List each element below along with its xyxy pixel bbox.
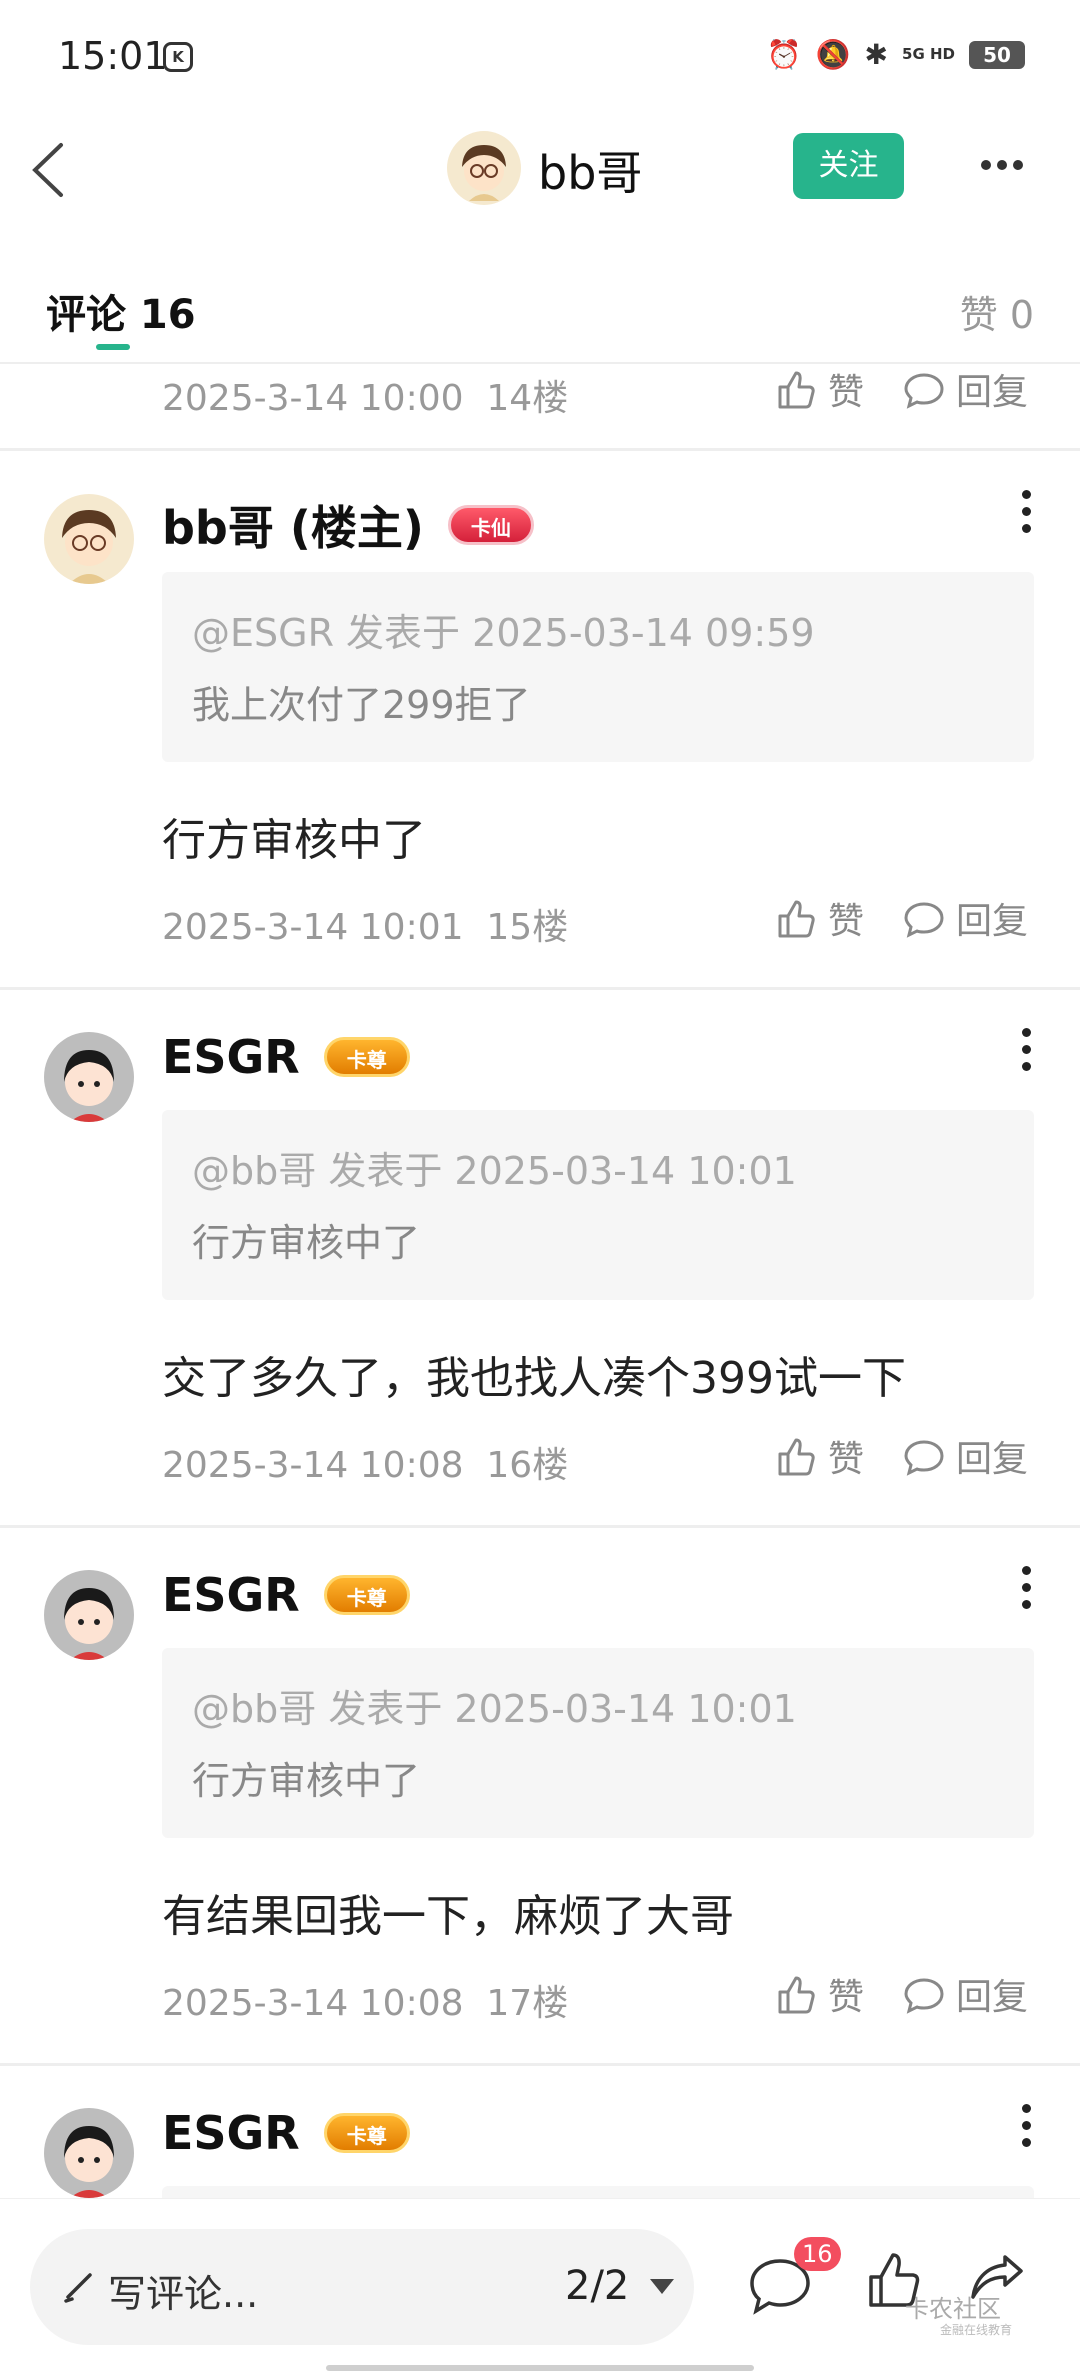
chat-bubble-icon (904, 902, 944, 938)
comment-author-row: ESGR 卡尊 (162, 2106, 410, 2160)
reply-button[interactable]: 回复 (902, 1968, 1028, 2020)
comment-author-row: bb哥 (楼主) 卡仙 (162, 492, 534, 558)
chat-bubble-icon (904, 1978, 944, 2014)
bluetooth-icon: ✱ (864, 38, 889, 71)
page-indicator[interactable]: 2/2 (565, 2263, 629, 2309)
chat-bubble-icon (904, 373, 944, 409)
comment-time-floor: 2025-3-14 10:00 14楼 (162, 378, 569, 419)
comment-count-badge: 16 (794, 2237, 841, 2271)
chat-bubble-icon (904, 1440, 944, 1476)
back-arrow-icon (32, 143, 63, 197)
watermark: 卡农社区 (905, 2295, 1001, 2323)
avatar[interactable] (44, 1032, 134, 1122)
comment-author-row: ESGR 卡尊 (162, 1568, 410, 1622)
alarm-icon: ⏰ (766, 38, 802, 71)
girl-avatar-icon (64, 1588, 114, 1660)
home-indicator[interactable] (326, 2365, 754, 2371)
level-badge: 卡仙 (447, 505, 534, 545)
comment-author-row: ESGR 卡尊 (162, 1030, 410, 1084)
thumbs-up-icon (778, 1438, 815, 1476)
chevron-down-icon[interactable] (650, 2279, 674, 2294)
battery-icon: 50 (969, 40, 1025, 69)
comment-footer: 2025-3-14 10:00 14楼 赞 回复 (0, 363, 1080, 419)
bottom-action-bar: 写评论... 2/2 16 卡农社区 金融在线教育 (0, 2198, 1080, 2376)
top-nav: bb哥 关注 (0, 115, 1080, 225)
quote-meta: @bb哥 发表于 2025-03-14 10:01 (192, 1687, 797, 1731)
tab-comments[interactable]: 评论 16 (46, 282, 196, 340)
level-badge: 卡尊 (323, 1037, 410, 1077)
comment-item: ESGR 卡尊 (0, 2066, 1080, 2198)
tab-bar: 评论 16 赞 0 (0, 270, 1080, 365)
comment-item: ESGR 卡尊 @bb哥 发表于 2025-03-14 10:01 行方审核中了… (0, 1528, 1080, 2063)
quote-text: 行方审核中了 (192, 1221, 421, 1265)
level-badge: 卡尊 (323, 2113, 410, 2153)
comment-body: 有结果回我一下，麻烦了大哥 (162, 1891, 734, 1942)
quote-meta: @bb哥 发表于 2025-03-14 10:01 (192, 1149, 797, 1193)
boy-avatar-icon (462, 145, 506, 201)
boy-avatar-icon (62, 510, 116, 584)
comment-body: 交了多久了，我也找人凑个399试一下 (162, 1353, 906, 1404)
quote-meta: @ESGR 发表于 2025-03-14 09:59 (192, 611, 815, 655)
girl-avatar-icon (64, 2126, 114, 2198)
quoted-comment[interactable]: @ESGR 发表于 2025-03-14 09:59 我上次付了299拒了 (162, 572, 1034, 762)
quote-text: 我上次付了299拒了 (192, 683, 531, 727)
comment-author[interactable]: ESGR (162, 1030, 300, 1084)
pencil-icon (64, 2273, 92, 2303)
status-bar: 15:01 K ⏰ 🔕 ✱ 5G HD 50 (0, 0, 1080, 115)
mute-icon: 🔕 (815, 38, 851, 71)
comment-time-floor: 2025-3-14 10:08 16楼 (162, 1445, 569, 1486)
tab-likes[interactable]: 赞 0 (960, 284, 1034, 339)
comment-item: ESGR 卡尊 @bb哥 发表于 2025-03-14 10:01 行方审核中了… (0, 990, 1080, 1525)
comment-item-partial: 2025-3-14 10:00 14楼 赞 回复 (0, 355, 1080, 445)
follow-button[interactable]: 关注 (793, 133, 904, 199)
app-notification-icon: K (163, 42, 193, 72)
comment-more-button[interactable] (1016, 1566, 1036, 1618)
network-indicator: 5G HD (902, 45, 955, 63)
comment-more-button[interactable] (1016, 1028, 1036, 1080)
comment-footer: 2025-3-14 10:01 15楼 赞 回复 (0, 892, 1080, 948)
like-button[interactable]: 赞 (774, 1968, 864, 2020)
quoted-comment[interactable]: @bb哥 发表于 2025-03-14 10:01 行方审核中了 (162, 1648, 1034, 1838)
status-icons: ⏰ 🔕 ✱ 5G HD 50 (767, 38, 1025, 71)
like-button[interactable]: 赞 (774, 1430, 864, 1482)
clock: 15:01 (58, 34, 168, 78)
reply-button[interactable]: 回复 (902, 363, 1028, 415)
divider (0, 448, 1080, 451)
comment-author[interactable]: bb哥 (楼主) (162, 492, 424, 558)
comment-footer: 2025-3-14 10:08 16楼 赞 回复 (0, 1430, 1080, 1486)
comment-author[interactable]: ESGR (162, 2106, 300, 2160)
like-button[interactable]: 赞 (774, 363, 864, 415)
watermark-subtitle: 金融在线教育 (940, 2323, 1013, 2337)
reply-button[interactable]: 回复 (902, 892, 1028, 944)
girl-avatar-icon (64, 1050, 114, 1122)
comment-item: bb哥 (楼主) 卡仙 @ESGR 发表于 2025-03-14 09:59 我… (0, 452, 1080, 987)
quoted-comment[interactable]: @bb哥 发表于 2025-03-14 10:01 行方审核中了 (162, 1110, 1034, 1300)
quoted-comment[interactable] (162, 2186, 1034, 2198)
reply-button[interactable]: 回复 (902, 1430, 1028, 1482)
avatar[interactable] (44, 1570, 134, 1660)
avatar[interactable] (44, 494, 134, 584)
comment-body: 行方审核中了 (162, 815, 426, 866)
thumbs-up-icon (778, 900, 815, 938)
comment-input-placeholder: 写评论... (108, 2272, 259, 2316)
comment-time-floor: 2025-3-14 10:08 17楼 (162, 1983, 569, 2024)
author-avatar[interactable] (447, 131, 521, 205)
page-title: bb哥 (538, 146, 643, 200)
quote-text: 行方审核中了 (192, 1759, 421, 1803)
back-button[interactable] (25, 135, 85, 205)
comment-footer: 2025-3-14 10:08 17楼 赞 回复 (0, 1968, 1080, 2024)
like-button[interactable]: 赞 (774, 892, 864, 944)
comment-time-floor: 2025-3-14 10:01 15楼 (162, 907, 569, 948)
thumbs-up-icon (778, 1976, 815, 2014)
thumbs-up-icon (778, 371, 815, 409)
avatar[interactable] (44, 2108, 134, 2198)
tab-active-indicator (96, 344, 130, 350)
comment-author[interactable]: ESGR (162, 1568, 300, 1622)
comment-more-button[interactable] (1016, 2104, 1036, 2156)
more-options-button[interactable] (978, 145, 1038, 185)
level-badge: 卡尊 (323, 1575, 410, 1615)
comment-more-button[interactable] (1016, 490, 1036, 542)
comment-input[interactable]: 写评论... 2/2 (30, 2229, 694, 2345)
